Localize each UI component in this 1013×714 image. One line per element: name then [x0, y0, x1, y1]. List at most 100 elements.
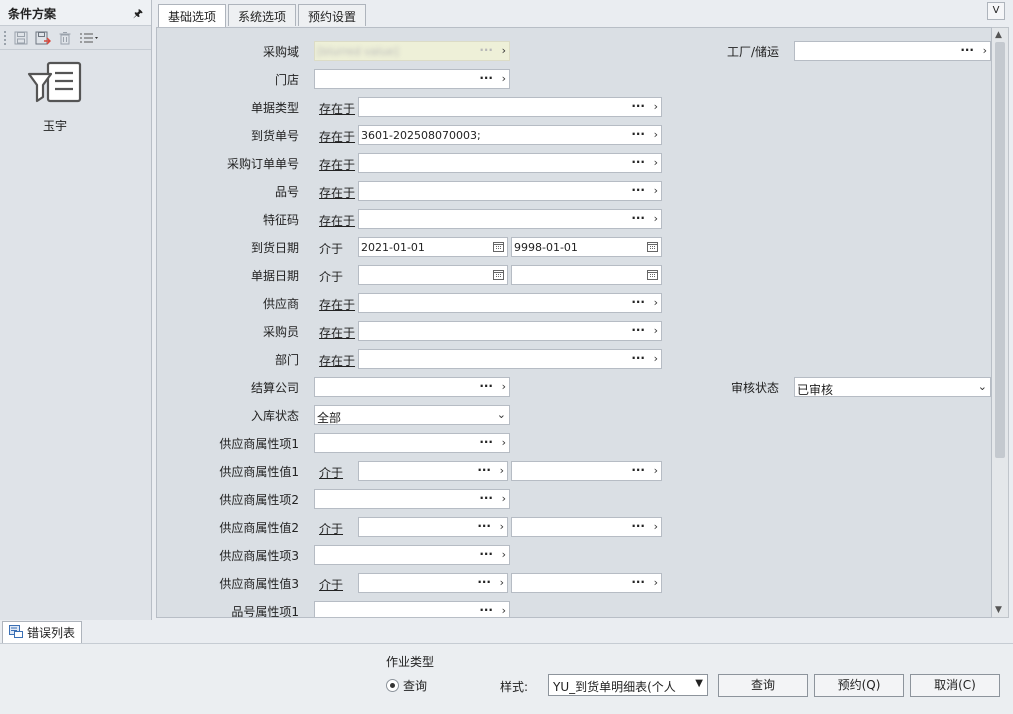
item-no-label: 品号	[274, 185, 299, 199]
feature-code-label: 特征码	[262, 213, 299, 227]
purchase-domain-field[interactable]: [blurred value] ··· ›	[314, 41, 510, 61]
dept-operator[interactable]: 存在于	[319, 352, 355, 369]
more-icon: ···	[960, 43, 974, 57]
pin-icon[interactable]: 🖈	[133, 5, 143, 24]
arrival-no-field[interactable]: 3601-202508070003; ··· ›	[358, 125, 662, 145]
save-as-icon[interactable]	[35, 30, 51, 46]
scroll-down-icon[interactable]: ▼	[995, 605, 1002, 615]
audit-status-value: 已审核	[797, 383, 834, 397]
form-scrollbar[interactable]: ▲ ▼	[992, 27, 1009, 618]
supp-attr-val1-operator[interactable]: 介于	[319, 464, 343, 481]
more-icon: ···	[479, 379, 493, 393]
arrival-no-operator[interactable]: 存在于	[319, 128, 355, 145]
stock-status-value: 全部	[317, 411, 342, 425]
calendar-icon[interactable]	[647, 241, 658, 255]
arrival-date-from-field[interactable]: 2021-01-01	[358, 237, 508, 257]
supp-attr-item2-field[interactable]: ··· ›	[314, 489, 510, 509]
arrival-date-to-field[interactable]: 9998-01-01	[511, 237, 662, 257]
list-menu-icon[interactable]	[79, 30, 101, 46]
supplier-operator[interactable]: 存在于	[319, 296, 355, 313]
scroll-up-icon[interactable]: ▲	[995, 30, 1002, 40]
tab-system-options[interactable]: 系统选项	[228, 4, 297, 26]
supp-attr-val1-to-field[interactable]: ··· ›	[511, 461, 662, 481]
calendar-icon[interactable]	[493, 241, 504, 255]
arrival-date-to-value: 9998-01-01	[514, 241, 578, 254]
settle-company-label: 结算公司	[250, 381, 299, 395]
doc-type-operator[interactable]: 存在于	[319, 100, 355, 117]
feature-code-field[interactable]: ··· ›	[358, 209, 662, 229]
scheme-item-label: 玉宇	[42, 119, 67, 133]
form-row-supp-attr-item2: 供应商属性项2 ··· ›	[157, 489, 991, 509]
tab-reservation-settings[interactable]: 预约设置	[298, 4, 367, 26]
supp-attr-val3-to-field[interactable]: ··· ›	[511, 573, 662, 593]
more-icon: ···	[631, 323, 645, 337]
calendar-icon[interactable]	[493, 269, 504, 283]
item-attr-item1-field[interactable]: ··· ›	[314, 601, 510, 617]
dept-field[interactable]: ··· ›	[358, 349, 662, 369]
supp-attr-val3-from-field[interactable]: ··· ›	[358, 573, 508, 593]
buyer-operator[interactable]: 存在于	[319, 324, 355, 341]
cancel-button[interactable]: 取消(C)	[910, 674, 1000, 697]
supplier-field[interactable]: ··· ›	[358, 293, 662, 313]
store-field[interactable]: ··· ›	[314, 69, 510, 89]
chevron-right-icon: ›	[653, 212, 658, 225]
radio-selected-icon[interactable]	[386, 679, 399, 692]
scrollbar-thumb[interactable]	[995, 42, 1005, 458]
po-no-field[interactable]: ··· ›	[358, 153, 662, 173]
more-icon: ···	[631, 463, 645, 477]
chevron-down-icon: ⌄	[496, 408, 506, 421]
stock-status-select[interactable]: 全部 ⌄	[314, 405, 510, 425]
po-no-operator[interactable]: 存在于	[319, 156, 355, 173]
supp-attr-val1-from-field[interactable]: ··· ›	[358, 461, 508, 481]
supp-attr-val2-operator[interactable]: 介于	[319, 520, 343, 537]
more-icon: ···	[631, 183, 645, 197]
doc-date-operator[interactable]: 介于	[319, 268, 343, 285]
more-icon: ···	[477, 519, 491, 533]
calendar-icon[interactable]	[647, 269, 658, 283]
buyer-field[interactable]: ··· ›	[358, 321, 662, 341]
form-row-purchase-domain: 采购域 [blurred value] ··· › 工厂/储运 ··· ›	[157, 41, 991, 61]
filter-list-icon	[25, 61, 85, 111]
supp-attr-val2-to-field[interactable]: ··· ›	[511, 517, 662, 537]
save-icon[interactable]	[13, 30, 29, 46]
chevron-right-icon: ›	[653, 576, 658, 589]
form-row-supp-attr-val1: 供应商属性值1 介于 ··· › ··· ›	[157, 461, 991, 481]
collapse-button[interactable]: V	[987, 2, 1005, 20]
scheme-toolbar	[0, 26, 151, 50]
form-row-po-no: 采购订单单号 存在于 ··· ›	[157, 153, 991, 173]
query-button[interactable]: 查询	[718, 674, 808, 697]
reserve-button[interactable]: 预约(Q)	[814, 674, 904, 697]
item-no-field[interactable]: ··· ›	[358, 181, 662, 201]
buyer-label: 采购员	[262, 325, 299, 339]
plant-field[interactable]: ··· ›	[794, 41, 991, 61]
doc-type-field[interactable]: ··· ›	[358, 97, 662, 117]
toolbar-grip	[4, 30, 7, 45]
delete-icon[interactable]	[57, 30, 73, 46]
chevron-right-icon: ›	[499, 576, 504, 589]
supp-attr-item3-field[interactable]: ··· ›	[314, 545, 510, 565]
stock-status-label: 入库状态	[250, 409, 299, 423]
job-type-query-radio[interactable]: 查询	[386, 677, 427, 694]
supp-attr-val3-operator[interactable]: 介于	[319, 576, 343, 593]
scheme-item[interactable]: 玉宇	[14, 60, 96, 134]
feature-code-operator[interactable]: 存在于	[319, 212, 355, 229]
tab-basic-options[interactable]: 基础选项	[158, 4, 227, 27]
doc-date-from-field[interactable]	[358, 265, 508, 285]
settle-company-field[interactable]: ··· ›	[314, 377, 510, 397]
purchase-domain-value: [blurred value]	[317, 45, 399, 58]
form-row-settle-company: 结算公司 ··· › 审核状态 已审核 ⌄	[157, 377, 991, 397]
audit-status-select[interactable]: 已审核 ⌄	[794, 377, 991, 397]
form-row-feature-code: 特征码 存在于 ··· ›	[157, 209, 991, 229]
style-select[interactable]: YU_到货单明细表(个人 ▼	[548, 674, 708, 696]
arrival-date-operator[interactable]: 介于	[319, 240, 343, 257]
chevron-down-icon: ▼	[695, 678, 703, 689]
item-no-operator[interactable]: 存在于	[319, 184, 355, 201]
chevron-right-icon: ›	[501, 492, 506, 505]
doc-date-to-field[interactable]	[511, 265, 662, 285]
supp-attr-item1-field[interactable]: ··· ›	[314, 433, 510, 453]
chevron-right-icon: ›	[501, 72, 506, 85]
error-list-tab[interactable]: 错误列表	[2, 621, 83, 643]
supp-attr-val2-from-field[interactable]: ··· ›	[358, 517, 508, 537]
more-icon: ···	[631, 127, 645, 141]
bottom-bar: 作业类型 查询 样式: YU_到货单明细表(个人 ▼ 查询 预约(Q) 取消(C…	[0, 643, 1013, 714]
